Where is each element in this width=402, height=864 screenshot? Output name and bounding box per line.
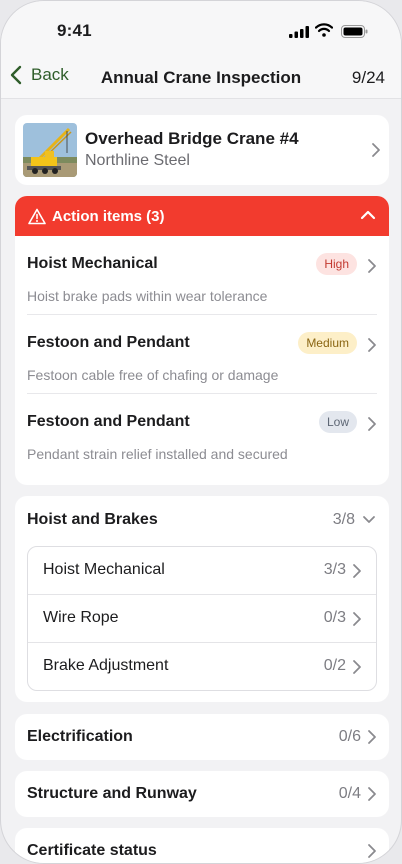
inspection-progress: 9/24 xyxy=(351,68,385,87)
action-item[interactable]: Festoon and Pendant Medium Festoon cable… xyxy=(15,315,389,394)
chevron-right-icon xyxy=(368,259,376,273)
priority-badge-low: Low xyxy=(318,411,357,433)
navigation-bar: Back Annual Crane Inspection 9/24 xyxy=(1,57,401,99)
section-progress: 0/6 xyxy=(338,728,361,745)
section-title[interactable]: Hoist and Brakes xyxy=(27,511,158,529)
battery-icon xyxy=(341,25,368,38)
action-item-description: Festoon cable free of chafing or damage xyxy=(27,367,279,383)
subsection-row[interactable]: Hoist Mechanical 3/3 xyxy=(28,547,376,595)
section-title: Electrification xyxy=(27,728,133,745)
chevron-right-icon xyxy=(372,143,380,157)
chevron-right-icon xyxy=(368,338,376,352)
chevron-up-icon xyxy=(360,210,376,220)
action-item[interactable]: Festoon and Pendant Low Pendant strain r… xyxy=(15,394,389,473)
chevron-down-icon[interactable] xyxy=(362,515,376,524)
chevron-right-icon xyxy=(353,612,361,626)
chevron-right-icon xyxy=(353,564,361,578)
phone-screen: 9:41 Back Annual Crane Inspection 9/24 O… xyxy=(0,0,402,864)
status-bar: 9:41 xyxy=(1,1,401,57)
action-item-description: Hoist brake pads within wear tolerance xyxy=(27,288,268,304)
subsection-label: Wire Rope xyxy=(43,609,119,626)
action-item-title: Festoon and Pendant xyxy=(27,334,190,351)
cellular-signal-icon xyxy=(289,26,309,38)
priority-badge-high: High xyxy=(316,253,357,275)
subsection-row[interactable]: Brake Adjustment 0/2 xyxy=(28,643,376,691)
subsection-label: Brake Adjustment xyxy=(43,657,169,674)
wifi-icon xyxy=(315,23,333,37)
section-electrification[interactable]: Electrification 0/6 xyxy=(15,714,389,760)
action-item-title: Festoon and Pendant xyxy=(27,413,190,430)
subsection-progress: 3/3 xyxy=(323,561,346,578)
chevron-right-icon xyxy=(368,730,376,744)
chevron-right-icon xyxy=(368,844,376,858)
section-title: Structure and Runway xyxy=(27,785,197,802)
warning-icon xyxy=(28,208,46,224)
section-progress: 3/8 xyxy=(332,511,355,528)
chevron-right-icon xyxy=(353,660,361,674)
section-structure-and-runway[interactable]: Structure and Runway 0/4 xyxy=(15,771,389,817)
action-items-header[interactable]: Action items (3) xyxy=(15,196,389,236)
asset-name: Overhead Bridge Crane #4 xyxy=(85,129,299,148)
asset-card[interactable]: Overhead Bridge Crane #4 Northline Steel xyxy=(15,115,389,185)
status-time: 9:41 xyxy=(57,21,92,40)
subsection-row[interactable]: Wire Rope 0/3 xyxy=(28,595,376,643)
section-hoist-and-brakes: Hoist and Brakes 3/8 Hoist Mechanical 3/… xyxy=(15,496,389,702)
subsection-progress: 0/2 xyxy=(323,657,346,674)
action-items-card: Action items (3) Hoist Mechanical High H… xyxy=(15,196,389,485)
page-title: Annual Crane Inspection xyxy=(100,68,302,87)
section-progress: 0/4 xyxy=(338,785,361,802)
action-item[interactable]: Hoist Mechanical High Hoist brake pads w… xyxy=(15,236,389,315)
subsection-progress: 0/3 xyxy=(323,609,346,626)
action-items-title: Action items (3) xyxy=(52,207,165,225)
subsection-label: Hoist Mechanical xyxy=(43,561,165,578)
action-item-title: Hoist Mechanical xyxy=(27,255,158,272)
chevron-right-icon xyxy=(368,417,376,431)
subsection-list: Hoist Mechanical 3/3 Wire Rope 0/3 Brake… xyxy=(27,546,377,691)
section-certificate-status[interactable]: Certificate status xyxy=(15,828,389,863)
asset-owner: Northline Steel xyxy=(85,152,190,169)
action-item-description: Pendant strain relief installed and secu… xyxy=(27,446,288,462)
priority-badge-medium: Medium xyxy=(298,332,357,354)
section-title: Certificate status xyxy=(27,842,157,859)
chevron-right-icon xyxy=(368,787,376,801)
crane-thumbnail xyxy=(23,123,77,177)
